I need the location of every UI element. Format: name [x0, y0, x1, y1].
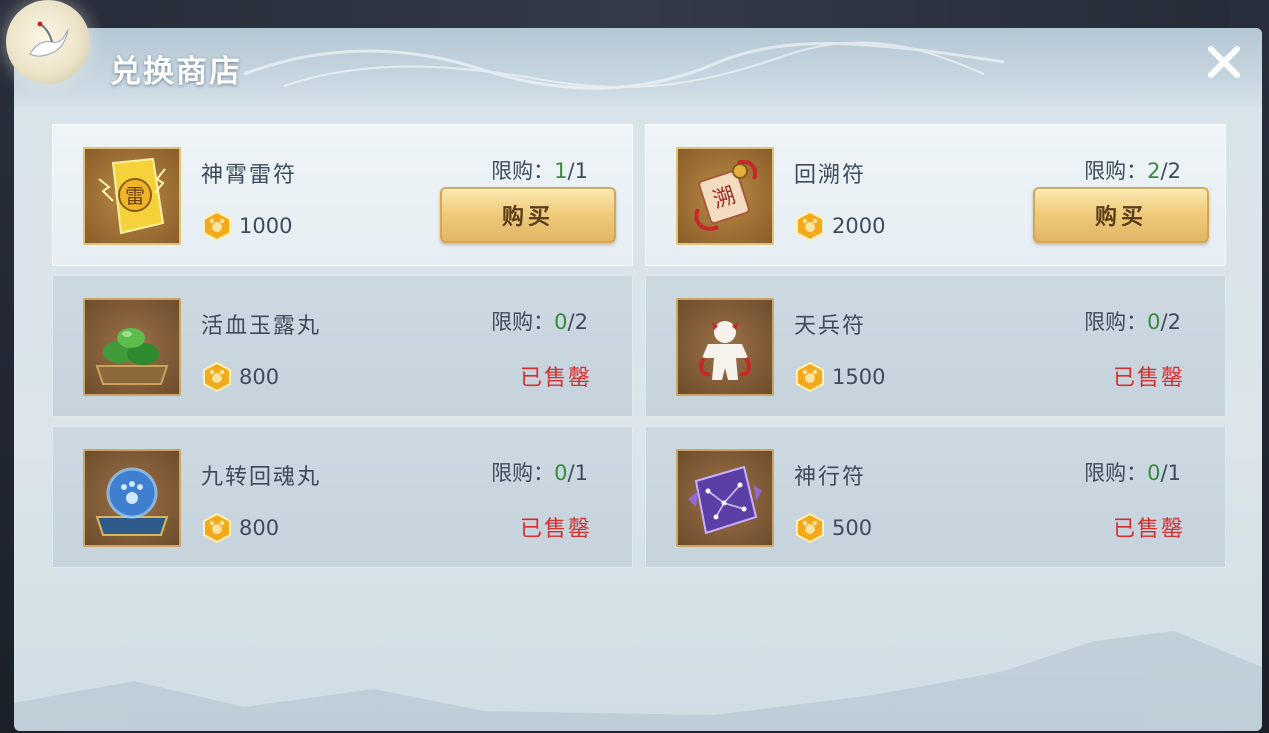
purchase-limit: 限购：2/2	[1084, 159, 1181, 183]
heavenly-soldier-talisman-icon[interactable]	[676, 298, 774, 396]
item-price: 1500	[794, 360, 885, 394]
shop-item-card: 溯 回溯符 2000 限购：2/2 购买	[645, 124, 1226, 266]
buy-button[interactable]: 购买	[1033, 187, 1209, 243]
item-name: 活血玉露丸	[201, 314, 322, 339]
item-price: 500	[794, 511, 872, 545]
limit-current: 0	[554, 461, 568, 485]
purchase-limit: 限购：0/1	[491, 461, 588, 485]
shop-item-card: 雷 神霄雷符 1000 限购：1/1 购买	[52, 124, 633, 266]
backtrack-talisman-icon[interactable]: 溯	[676, 147, 774, 245]
gold-coin-icon	[203, 210, 231, 242]
svg-text:雷: 雷	[125, 184, 145, 208]
thunder-talisman-icon[interactable]: 雷	[83, 147, 181, 245]
item-price: 800	[201, 511, 279, 545]
sold-out-label: 已售罄	[519, 517, 592, 542]
limit-current: 0	[1147, 310, 1161, 334]
price-value: 800	[239, 516, 280, 540]
gold-coin-icon	[203, 512, 231, 544]
sold-out-label: 已售罄	[1112, 517, 1185, 542]
cloud-swirl-decoration	[244, 41, 1004, 90]
mountain-silhouette-decoration	[14, 631, 1262, 731]
price-value: 800	[239, 365, 280, 389]
item-price: 2000	[794, 209, 885, 243]
green-pill-icon[interactable]	[83, 298, 181, 396]
price-value: 2000	[832, 214, 886, 238]
item-name: 天兵符	[794, 314, 867, 339]
gold-coin-icon	[796, 210, 824, 242]
item-name: 回溯符	[794, 163, 867, 188]
crane-icon	[29, 21, 69, 57]
shop-item-card: 活血玉露丸 800 限购：0/2 已售罄	[52, 275, 633, 417]
gold-coin-icon	[203, 361, 231, 393]
sold-out-label: 已售罄	[1112, 366, 1185, 391]
item-grid: 雷 神霄雷符 1000 限购：1/1 购买 溯 回溯符 2000 限购：2/2 …	[52, 124, 1228, 570]
purchase-limit: 限购：0/1	[1084, 461, 1181, 485]
limit-current: 2	[1147, 159, 1161, 183]
swift-travel-talisman-icon[interactable]	[676, 449, 774, 547]
limit-current: 0	[554, 310, 568, 334]
item-name: 神行符	[794, 465, 867, 490]
close-icon	[1208, 46, 1240, 78]
item-name: 九转回魂丸	[201, 465, 322, 490]
blue-soul-pill-icon[interactable]	[83, 449, 181, 547]
limit-max: 1	[1167, 461, 1181, 485]
shop-item-card: 神行符 500 限购：0/1 已售罄	[645, 426, 1226, 568]
purchase-limit: 限购：1/1	[491, 159, 588, 183]
limit-current: 0	[1147, 461, 1161, 485]
page-title: 兑换商店	[110, 54, 242, 90]
item-price: 800	[201, 360, 279, 394]
item-price: 1000	[201, 209, 292, 243]
limit-max: 2	[1167, 159, 1181, 183]
buy-button[interactable]: 购买	[440, 187, 616, 243]
purchase-limit: 限购：0/2	[491, 310, 588, 334]
limit-max: 1	[574, 159, 588, 183]
sold-out-label: 已售罄	[519, 366, 592, 391]
close-button[interactable]	[1204, 42, 1244, 82]
limit-current: 1	[554, 159, 568, 183]
price-value: 1000	[239, 214, 293, 238]
purchase-limit: 限购：0/2	[1084, 310, 1181, 334]
exchange-shop-panel: 兑换商店 雷 神霄雷符 1000 限购：1/1 购买 溯 回溯符 2000 限购…	[14, 28, 1262, 731]
gold-coin-icon	[796, 361, 824, 393]
limit-max: 2	[1167, 310, 1181, 334]
price-value: 500	[832, 516, 873, 540]
price-value: 1500	[832, 365, 886, 389]
gold-coin-icon	[796, 512, 824, 544]
limit-max: 2	[574, 310, 588, 334]
item-name: 神霄雷符	[201, 163, 298, 188]
shop-item-card: 九转回魂丸 800 限购：0/1 已售罄	[52, 426, 633, 568]
limit-max: 1	[574, 461, 588, 485]
shop-item-card: 天兵符 1500 限购：0/2 已售罄	[645, 275, 1226, 417]
